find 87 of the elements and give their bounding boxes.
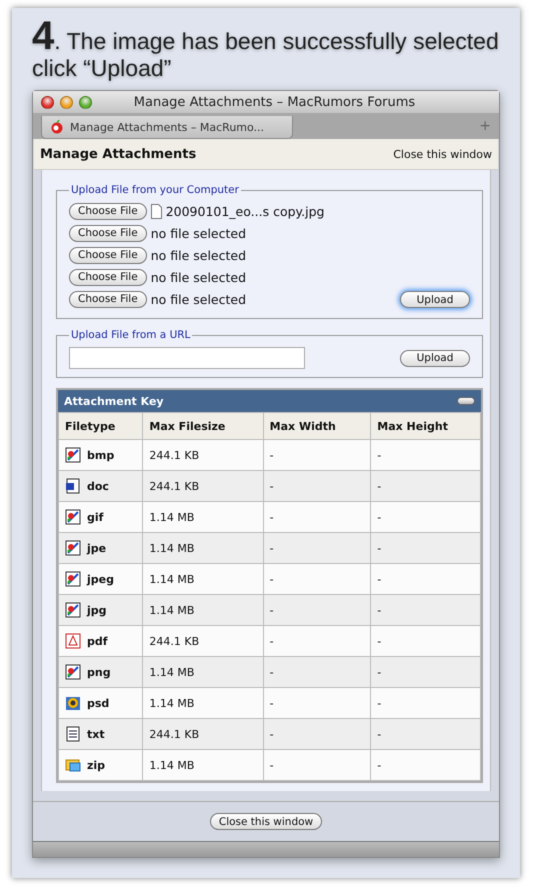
collapse-toggle[interactable] — [457, 397, 475, 405]
file-status: no file selected — [150, 292, 246, 306]
choose-file-button[interactable]: Choose File — [69, 290, 147, 308]
image-file-icon — [65, 602, 81, 618]
table-cell: - — [263, 656, 371, 688]
filetype-cell: zip — [58, 750, 143, 780]
page-title: Manage Attachments — [40, 146, 196, 162]
table-cell: 1.14 MB — [142, 688, 264, 718]
upload-button[interactable]: Upload — [400, 350, 470, 366]
file-status: no file selected — [150, 226, 246, 240]
filetype-cell: jpeg — [58, 564, 143, 594]
column-header: Max Filesize — [142, 412, 264, 440]
zoom-icon[interactable] — [79, 96, 92, 108]
file-status: 20090101_eo...s copy.jpg — [166, 204, 324, 218]
step-heading: 4. The image has been successfully selected — [32, 18, 500, 55]
table-cell: - — [263, 470, 371, 502]
filetype-cell: doc — [58, 470, 143, 502]
table-cell: - — [370, 656, 480, 688]
word-file-icon — [65, 478, 81, 494]
table-cell: - — [370, 502, 480, 532]
table-cell: 1.14 MB — [142, 750, 264, 780]
column-header: Max Width — [263, 412, 371, 440]
minimize-icon[interactable] — [60, 96, 73, 108]
apple-icon — [50, 120, 64, 134]
close-window-link[interactable]: Close this window — [393, 148, 492, 160]
filetype-cell: gif — [58, 502, 143, 532]
filetype-cell: png — [58, 656, 143, 688]
panel-title: Attachment Key — [64, 394, 164, 408]
table-cell: - — [370, 626, 480, 656]
table-cell: - — [263, 594, 371, 626]
table-cell: - — [370, 564, 480, 594]
close-window-button[interactable]: Close this window — [210, 813, 322, 830]
table-cell: 244.1 KB — [142, 626, 264, 656]
image-file-icon — [65, 447, 81, 463]
table-cell: 244.1 KB — [142, 718, 264, 750]
table-cell: - — [263, 718, 371, 750]
table-cell: - — [263, 532, 371, 564]
browser-tab[interactable]: Manage Attachments – MacRumo... — [41, 116, 293, 139]
table-cell: - — [263, 626, 371, 656]
table-cell: 1.14 MB — [142, 502, 264, 532]
filetype-cell: jpg — [58, 594, 143, 626]
choose-file-button[interactable]: Choose File — [69, 268, 147, 286]
url-input-field[interactable] — [69, 347, 305, 369]
photoshop-file-icon — [65, 695, 81, 711]
image-file-icon — [65, 540, 81, 556]
acrobat-file-icon — [65, 633, 81, 649]
table-cell: 244.1 KB — [142, 470, 264, 502]
choose-file-button[interactable]: Choose File — [69, 246, 147, 264]
archive-file-icon — [65, 757, 81, 773]
table-cell: - — [370, 532, 480, 564]
table-cell: - — [263, 688, 371, 718]
column-header: Max Height — [370, 412, 480, 440]
image-file-icon — [65, 509, 81, 525]
table-cell: - — [370, 470, 480, 502]
column-header: Filetype — [58, 412, 143, 440]
notepad-file-icon — [65, 726, 81, 742]
image-file-icon — [65, 571, 81, 587]
table-cell: - — [263, 564, 371, 594]
choose-file-button[interactable]: Choose File — [69, 202, 147, 220]
filetype-cell: pdf — [58, 626, 143, 656]
close-icon[interactable] — [41, 96, 54, 108]
filetype-cell: jpe — [58, 532, 143, 564]
file-status: no file selected — [150, 248, 246, 262]
table-cell: - — [370, 594, 480, 626]
image-file-icon — [65, 664, 81, 680]
filetype-cell: txt — [58, 718, 143, 750]
file-status: no file selected — [150, 270, 246, 284]
fieldset-legend: Upload File from a URL — [69, 329, 192, 341]
table-cell: 1.14 MB — [142, 656, 264, 688]
table-cell: - — [263, 750, 371, 780]
table-cell: - — [370, 440, 480, 470]
upload-button[interactable]: Upload — [400, 291, 470, 308]
table-cell: 1.14 MB — [142, 564, 264, 594]
table-cell: - — [370, 688, 480, 718]
table-cell: - — [370, 750, 480, 780]
table-cell: - — [263, 440, 371, 470]
table-cell: - — [370, 718, 480, 750]
choose-file-button[interactable]: Choose File — [69, 224, 147, 242]
filetype-cell: bmp — [58, 440, 143, 470]
table-cell: 1.14 MB — [142, 594, 264, 626]
step-heading: click “Upload” — [32, 55, 172, 82]
table-cell: 1.14 MB — [142, 532, 264, 564]
fieldset-legend: Upload File from your Computer — [69, 184, 241, 196]
filetype-cell: psd — [58, 688, 143, 718]
table-cell: - — [263, 502, 371, 532]
table-cell: 244.1 KB — [142, 440, 264, 470]
window-title: Manage Attachments – MacRumors Forums — [132, 94, 416, 110]
